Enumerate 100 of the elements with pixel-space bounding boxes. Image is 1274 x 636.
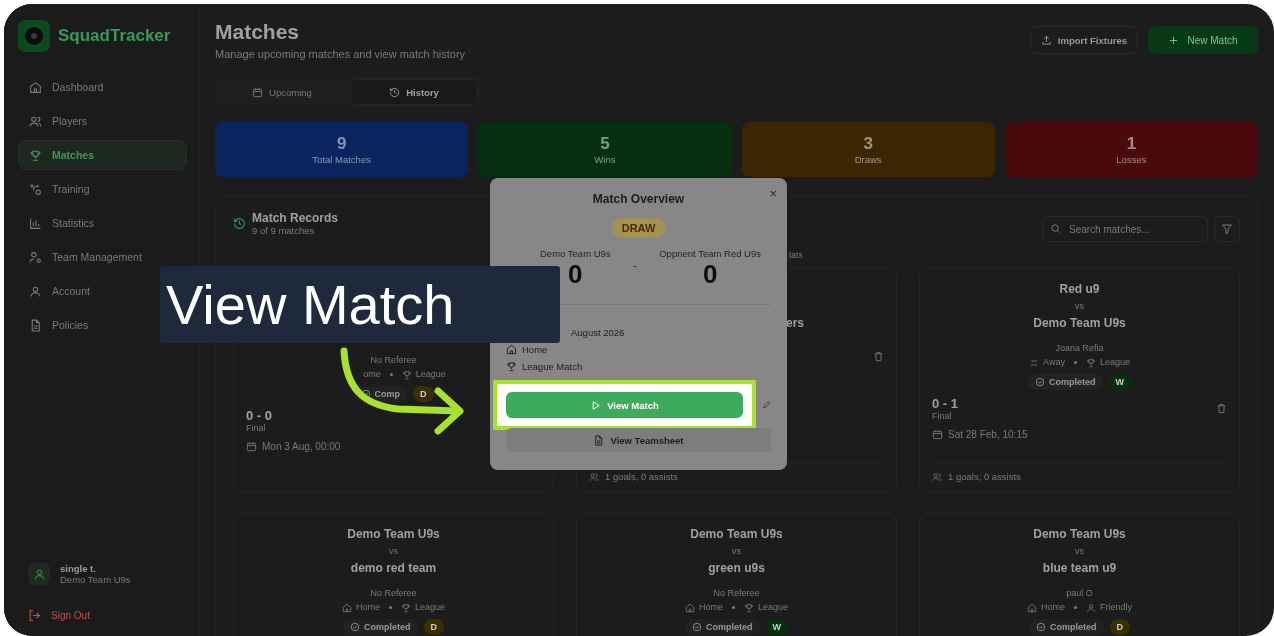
team-name: blue team u9 xyxy=(1042,560,1117,576)
trophy-icon xyxy=(29,148,42,162)
stat-value: 9 xyxy=(336,134,347,154)
users-icon xyxy=(589,471,599,482)
status-label: Completed xyxy=(1049,377,1096,387)
upload-icon xyxy=(1040,34,1052,46)
user-cog-icon xyxy=(29,250,42,264)
tab[interactable]: Upcoming xyxy=(218,79,346,105)
avatar xyxy=(28,563,50,585)
section-title: Match Records xyxy=(252,210,339,225)
view-match-button[interactable]: View Match xyxy=(506,392,743,418)
trash-icon[interactable] xyxy=(1216,403,1227,414)
team-name: Demo Team U9s xyxy=(690,526,783,542)
result-badge: DRAW xyxy=(611,218,666,238)
page-subtitle: Manage upcoming matches and view match history xyxy=(215,48,466,60)
stat-value: 5 xyxy=(600,134,610,154)
users-icon xyxy=(932,471,942,482)
match-card[interactable]: Demo Team U9s vs blue team u9 paul O Home Friendly Completed D xyxy=(919,513,1240,636)
arrows-icon xyxy=(1029,357,1040,368)
referee-name: paul O xyxy=(1066,588,1093,599)
team-name: Oppnent Team Red U9s xyxy=(659,248,761,259)
app-name: SquadTracker xyxy=(58,26,171,46)
close-button[interactable]: × xyxy=(769,186,777,201)
search-icon xyxy=(1050,223,1061,234)
users-icon xyxy=(29,114,42,128)
sidebar-item[interactable]: Matches xyxy=(18,140,187,170)
team-name: demo red team xyxy=(350,560,437,576)
stat-label: Losses xyxy=(1116,154,1147,165)
pencil-icon[interactable] xyxy=(762,400,771,410)
match-info: League xyxy=(758,602,789,613)
check-circle-icon xyxy=(360,389,371,399)
result-badge: W xyxy=(765,619,788,635)
match-info: Home xyxy=(355,602,380,613)
vs-label: vs xyxy=(1075,300,1084,312)
new-match-button[interactable]: New Match xyxy=(1148,26,1258,54)
view-teamsheet-button[interactable]: View Teamsheet xyxy=(506,428,771,452)
stats-label: tats xyxy=(789,250,803,260)
check-circle-icon xyxy=(1036,622,1046,632)
stat-label: Wins xyxy=(594,154,616,165)
match-info: League xyxy=(1099,357,1130,368)
trash-icon[interactable] xyxy=(873,351,884,362)
score-status: Final xyxy=(246,423,267,433)
document-icon xyxy=(29,318,42,332)
match-count: 9 of 9 matches xyxy=(252,224,315,236)
separator-dot xyxy=(732,606,735,609)
team-score: 0 xyxy=(568,259,583,290)
trophy-icon xyxy=(744,602,754,613)
import-fixtures-button[interactable]: Import Fixtures xyxy=(1029,26,1138,54)
bar-chart-icon xyxy=(29,216,42,230)
view-match-tooltip: View Match xyxy=(160,266,560,343)
status-label: Completed xyxy=(706,622,753,632)
sidebar-item[interactable]: Statistics xyxy=(18,208,187,238)
separator-dot xyxy=(1074,606,1077,609)
trophy-icon xyxy=(506,361,517,372)
result-badge: W xyxy=(1108,374,1131,390)
sidebar-item[interactable]: Training xyxy=(18,174,187,204)
team-name: Red u9 xyxy=(1059,281,1100,297)
player-stats: 1 goals, 0 assists xyxy=(948,471,1021,482)
check-circle-icon xyxy=(692,622,702,632)
user-icon xyxy=(1086,602,1096,613)
search-field[interactable]: Search matches... xyxy=(1042,216,1208,242)
home-icon xyxy=(341,602,352,613)
referee-name: No Referee xyxy=(713,588,760,599)
match-info: League xyxy=(415,369,446,380)
stat-value: 3 xyxy=(863,134,873,154)
check-circle-icon xyxy=(350,622,360,632)
trophy-icon xyxy=(401,369,412,380)
match-date: Mon 3 Aug, 00:00 xyxy=(262,441,341,452)
football-logo-icon xyxy=(18,20,50,52)
filter-icon xyxy=(1221,223,1233,235)
home-icon xyxy=(506,344,517,355)
tactics-icon xyxy=(29,182,42,196)
team-name: ers xyxy=(785,315,804,331)
stat-value: 1 xyxy=(1126,134,1137,154)
team-name: Demo Team U9s xyxy=(540,248,611,259)
tab[interactable]: History xyxy=(350,79,478,105)
score: 0 - 1 xyxy=(932,396,958,411)
team-name: green u9s xyxy=(708,560,765,576)
page-title: Matches xyxy=(215,20,301,44)
score-status: Final xyxy=(932,411,953,421)
match-info: Home xyxy=(1041,602,1065,613)
plus-icon xyxy=(1168,34,1180,46)
filter-button[interactable] xyxy=(1214,216,1240,242)
team-name: Demo Team U9s xyxy=(1033,315,1126,331)
match-card[interactable]: Red u9 vs Demo Team U9s Joana Refia Away League Completed W 0 - 1 Final Sat 28 Feb, 10:15 1 goals, 0 assists xyxy=(919,268,1240,493)
sidebar-item[interactable]: Players xyxy=(18,106,187,136)
match-info: ome xyxy=(362,369,381,380)
status-label: Completed xyxy=(1050,622,1097,632)
sidebar-item[interactable]: Dashboard xyxy=(18,72,187,102)
document-icon xyxy=(593,434,605,446)
calendar-icon xyxy=(932,429,943,440)
status-label: Comp xyxy=(374,389,400,399)
logout-icon xyxy=(28,609,41,622)
sign-out-link[interactable]: Sign Out xyxy=(18,609,187,622)
match-card[interactable]: Demo Team U9s vs green u9s No Referee Home League Completed W xyxy=(576,513,897,636)
match-date: Sat 28 Feb, 10:15 xyxy=(948,429,1028,440)
match-card[interactable]: Demo Team U9s vs demo red team No Referee Home League Completed D xyxy=(233,513,554,636)
referee-name: Joana Refia xyxy=(1055,343,1104,354)
stat-label: Draws xyxy=(854,154,882,165)
result-badge: D xyxy=(1109,619,1130,635)
